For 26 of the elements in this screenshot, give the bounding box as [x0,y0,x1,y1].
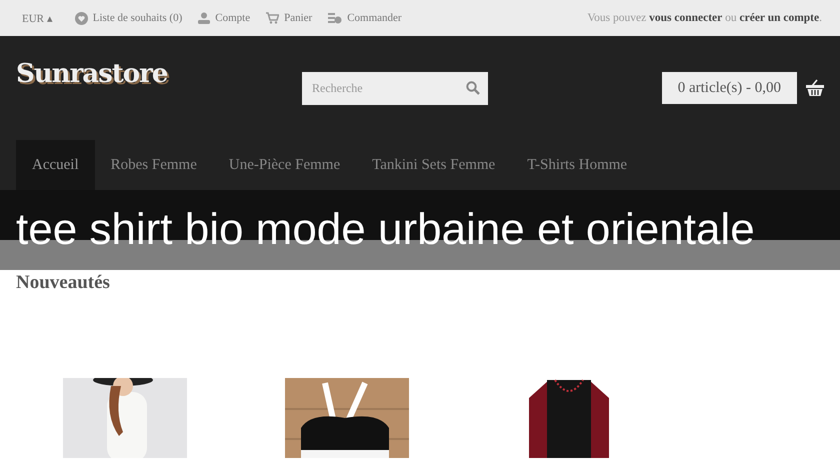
top-link-label: Liste de souhaits (0) [92,12,182,24]
top-link[interactable]: Commander [328,12,402,24]
cart-button[interactable]: 0 article(s) - 0,00 [662,72,797,104]
nav-tab[interactable]: Une-Pièce Femme [212,140,356,190]
top-link[interactable]: Compte [198,12,250,24]
banner-title: tee shirt bio mode urbaine et orientale [16,205,755,255]
login-prompt: Vous pouvez vous connecter ou créer un compte. [587,12,822,24]
user-icon [198,12,210,24]
top-link-label: Commander [347,12,402,24]
top-link-label: Panier [284,12,312,24]
currency-selector[interactable]: EUR ▴ [22,12,53,24]
top-link[interactable]: Liste de souhaits (0) [74,12,182,24]
top-link-label: Compte [215,12,250,24]
search-icon[interactable] [466,81,480,95]
section-title: Nouveautés [16,272,111,294]
nav-tab[interactable]: Robes Femme [94,140,213,190]
search-input[interactable]: Recherche [310,80,466,96]
basket-icon[interactable] [806,79,824,97]
coins-icon [328,12,342,24]
top-link[interactable]: Panier [266,12,312,24]
store-logo[interactable]: Sunrastore [16,59,302,89]
nav-tab[interactable]: Accueil [16,140,95,190]
nav-tab[interactable]: T-Shirts Homme [511,140,644,190]
cart-icon [266,12,280,24]
search-field[interactable]: Recherche [302,72,488,104]
nav-tab[interactable]: Tankini Sets Femme [356,140,512,190]
